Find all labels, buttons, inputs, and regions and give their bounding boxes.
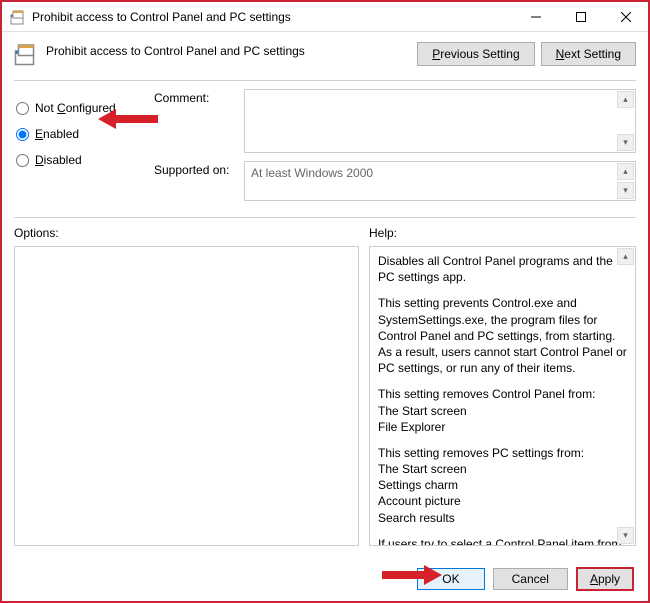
- help-text: If users try to select a Control Panel i…: [378, 536, 627, 546]
- help-label: Help:: [369, 226, 397, 240]
- help-text: This setting removes PC settings from: T…: [378, 445, 627, 526]
- options-label: Options:: [14, 226, 369, 240]
- next-setting-button[interactable]: Next Setting: [541, 42, 636, 66]
- window-buttons: [513, 2, 648, 31]
- radio-not-configured[interactable]: Not Configured: [14, 95, 154, 121]
- supported-on-value: At least Windows 2000: [251, 166, 373, 180]
- apply-button[interactable]: Apply: [576, 567, 634, 591]
- radio-enabled[interactable]: Enabled: [14, 121, 154, 147]
- scroll-down-icon[interactable]: ▾: [617, 527, 634, 544]
- previous-setting-button[interactable]: Previous Setting: [417, 42, 534, 66]
- help-panel: Disables all Control Panel programs and …: [369, 246, 636, 546]
- dialog-buttons: OK Cancel Apply: [417, 567, 634, 591]
- app-icon: [10, 9, 26, 25]
- policy-title: Prohibit access to Control Panel and PC …: [46, 42, 409, 58]
- ok-button[interactable]: OK: [417, 568, 484, 590]
- scroll-up-icon[interactable]: ▴: [617, 91, 634, 108]
- help-text: This setting removes Control Panel from:…: [378, 386, 627, 435]
- supported-on-box: At least Windows 2000 ▴ ▾: [244, 161, 636, 201]
- close-button[interactable]: [603, 2, 648, 31]
- state-radios: Not Configured Enabled Disabled: [14, 89, 154, 209]
- minimize-button[interactable]: [513, 2, 558, 31]
- policy-icon: [14, 42, 38, 66]
- scroll-up-icon[interactable]: ▴: [617, 248, 634, 265]
- scroll-down-icon[interactable]: ▾: [617, 134, 634, 151]
- maximize-button[interactable]: [558, 2, 603, 31]
- toolbar: Prohibit access to Control Panel and PC …: [2, 32, 648, 72]
- help-text: Disables all Control Panel programs and …: [378, 253, 627, 285]
- scroll-down-icon[interactable]: ▾: [617, 182, 634, 199]
- comment-textarea[interactable]: ▴ ▾: [244, 89, 636, 153]
- cancel-button[interactable]: Cancel: [493, 568, 568, 590]
- window-title: Prohibit access to Control Panel and PC …: [32, 10, 513, 24]
- supported-label: Supported on:: [154, 161, 244, 201]
- options-panel: [14, 246, 359, 546]
- scroll-arrows: ▴ ▾: [617, 91, 634, 151]
- scroll-up-icon[interactable]: ▴: [617, 163, 634, 180]
- help-text: This setting prevents Control.exe and Sy…: [378, 295, 627, 376]
- comment-label: Comment:: [154, 89, 244, 153]
- radio-disabled[interactable]: Disabled: [14, 147, 154, 173]
- gpo-editor-window: Prohibit access to Control Panel and PC …: [0, 0, 650, 603]
- title-bar: Prohibit access to Control Panel and PC …: [2, 2, 648, 32]
